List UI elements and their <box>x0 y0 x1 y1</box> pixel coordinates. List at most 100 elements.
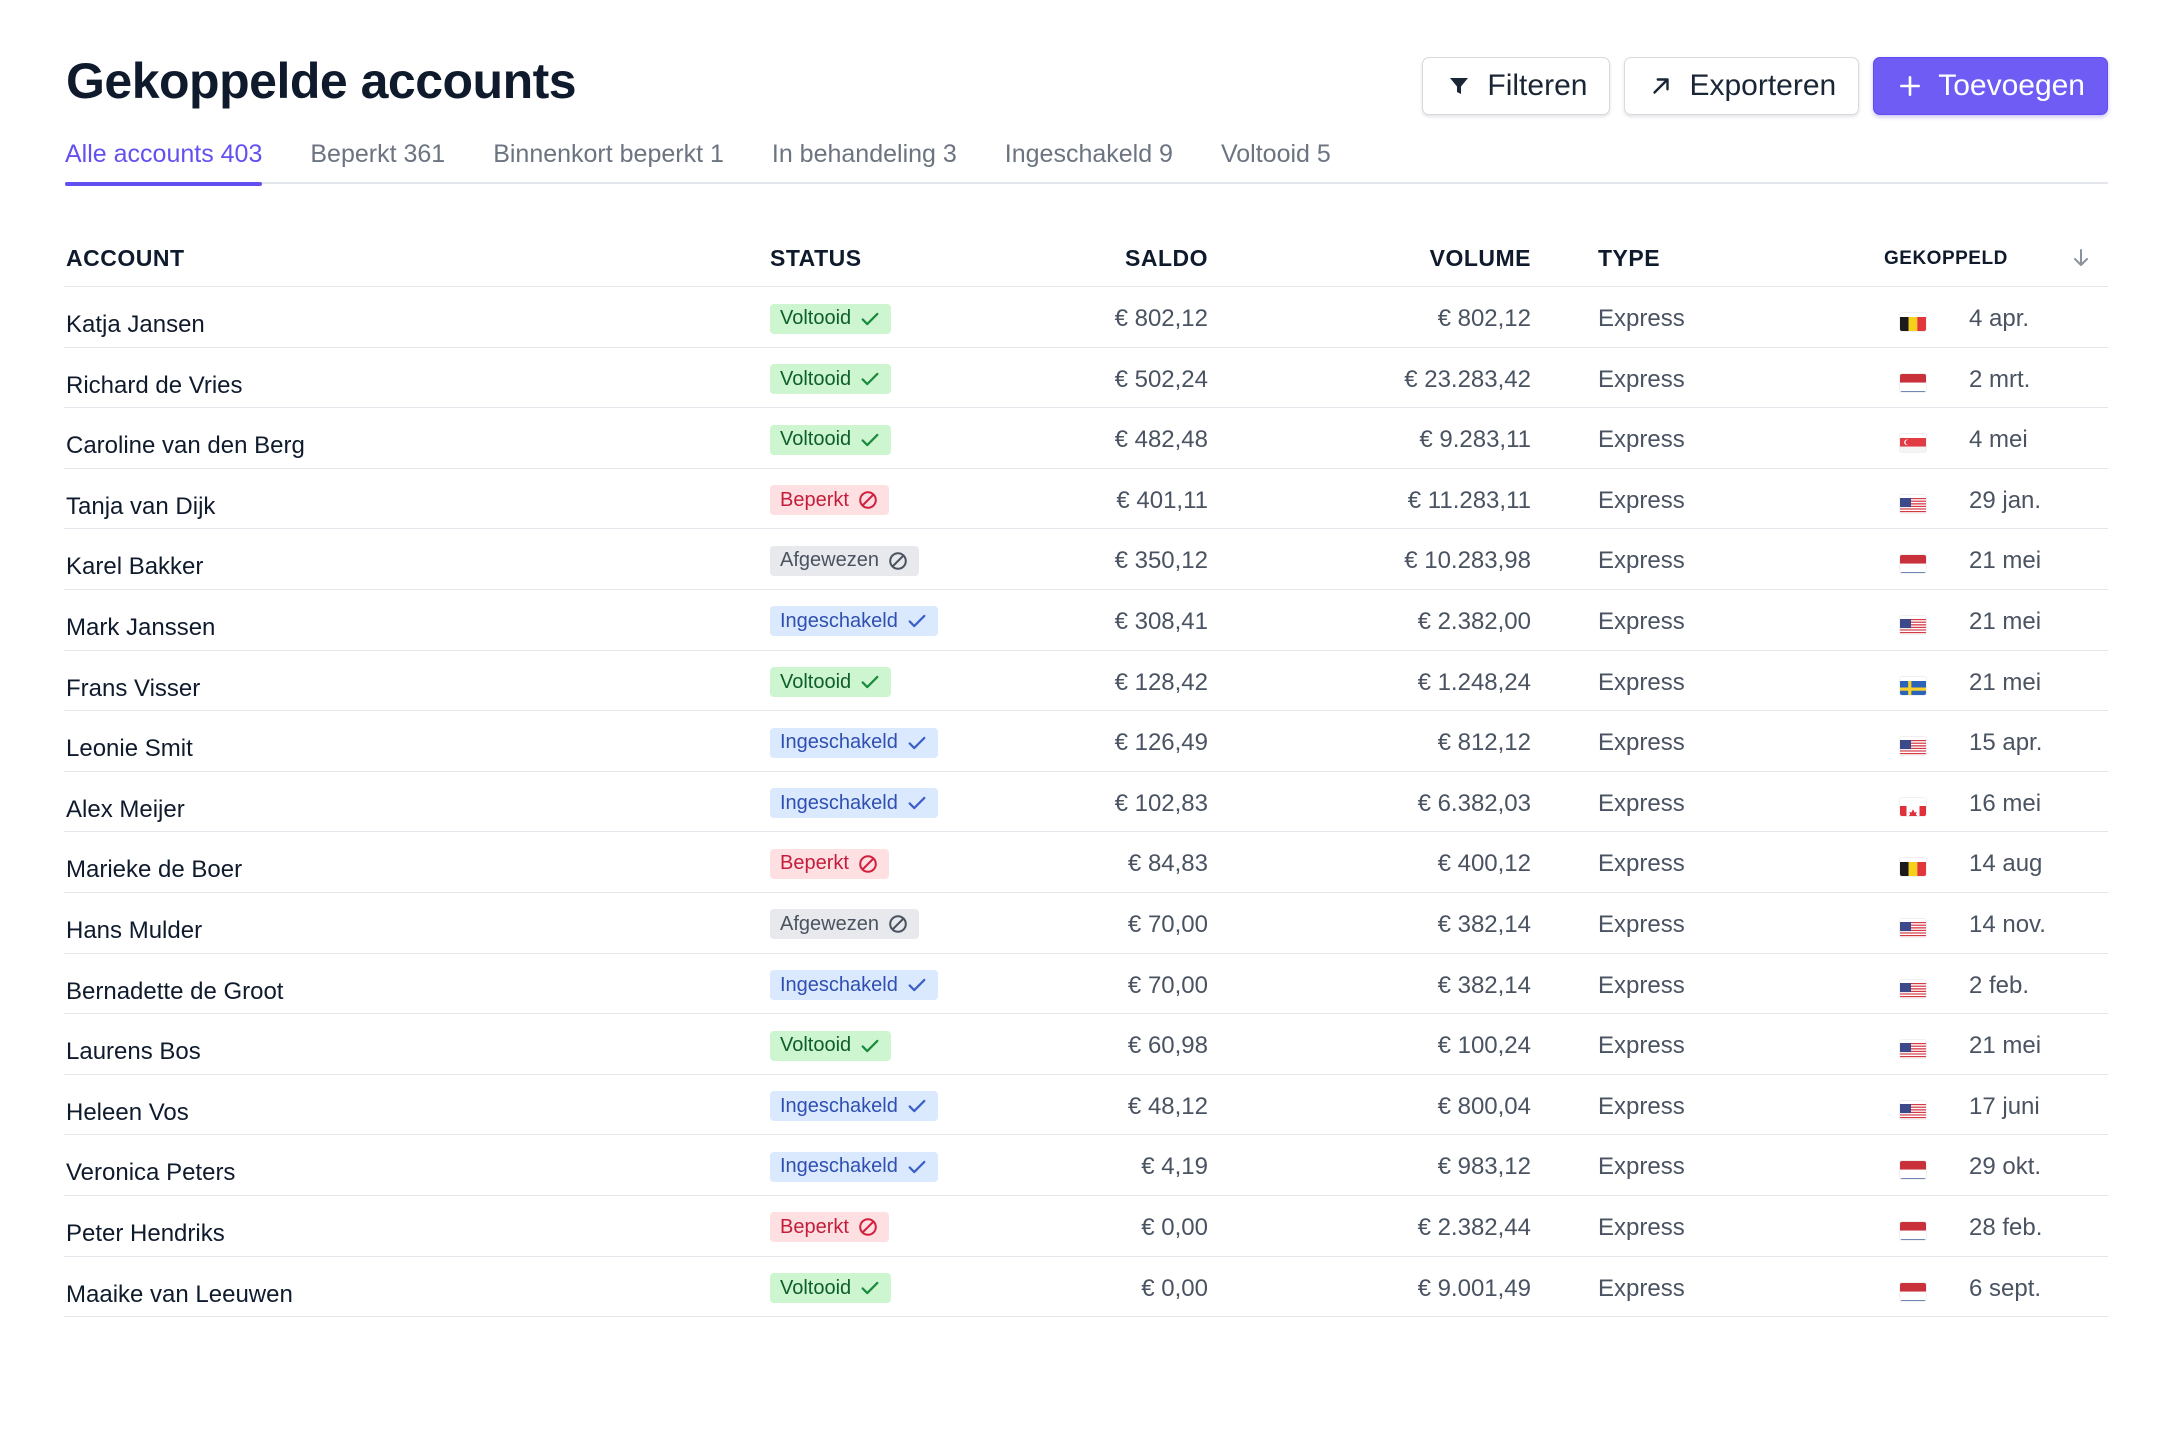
plus-icon <box>1896 72 1924 100</box>
saldo-value: € 60,98 <box>1127 1032 1208 1060</box>
type-value: Express <box>1598 789 1685 817</box>
status-label: Voltooid <box>780 1034 852 1057</box>
flag-icon-us <box>1900 616 1926 634</box>
status-badge: Voltooid <box>770 1030 892 1061</box>
column-header-gekoppeld[interactable]: GEKOPPELD <box>1884 248 2008 270</box>
table-row[interactable]: Tanja van Dijk Beperkt € 401,11 € 11.283… <box>64 469 2108 530</box>
type-value: Express <box>1598 1032 1685 1060</box>
status-badge: Voltooid <box>770 303 892 334</box>
column-header-type[interactable]: TYPE <box>1598 245 1660 272</box>
column-header-account[interactable]: ACCOUNT <box>66 245 185 272</box>
ban-icon <box>857 1216 879 1238</box>
tab-5[interactable]: Voltooid 5 <box>1221 136 1331 184</box>
volume-value: € 10.283,98 <box>1404 547 1531 575</box>
filter-button[interactable]: Filteren <box>1422 57 1611 115</box>
tab-0[interactable]: Alle accounts 403 <box>65 136 263 186</box>
gekoppeld-date: 21 mei <box>1969 607 2042 635</box>
table-row[interactable]: Maaike van Leeuwen Voltooid € 0,00 € 9.0… <box>64 1257 2108 1318</box>
table-row[interactable]: Marieke de Boer Beperkt € 84,83 € 400,12… <box>64 832 2108 893</box>
account-name[interactable]: Peter Hendriks <box>66 1220 225 1248</box>
table-row[interactable]: Alex Meijer Ingeschakeld € 102,83 € 6.38… <box>64 772 2108 833</box>
table-row[interactable]: Peter Hendriks Beperkt € 0,00 € 2.382,44… <box>64 1196 2108 1257</box>
account-name[interactable]: Frans Visser <box>66 675 200 703</box>
status-label: Voltooid <box>780 670 852 693</box>
status-badge: Voltooid <box>770 1273 892 1303</box>
account-name[interactable]: Tanja van Dijk <box>66 493 215 521</box>
saldo-value: € 70,00 <box>1127 910 1208 938</box>
table-row[interactable]: Karel Bakker Afgewezen € 350,12 € 10.283… <box>64 529 2108 590</box>
account-name[interactable]: Maaike van Leeuwen <box>66 1281 293 1309</box>
volume-value: € 382,14 <box>1437 910 1531 938</box>
check-icon <box>859 368 881 390</box>
ban-icon <box>887 913 909 935</box>
table-row[interactable]: Heleen Vos Ingeschakeld € 48,12 € 800,04… <box>64 1075 2108 1136</box>
tab-4[interactable]: Ingeschakeld 9 <box>1005 136 1173 184</box>
table-row[interactable]: Richard de Vries Voltooid € 502,24 € 23.… <box>64 348 2108 409</box>
ban-icon <box>887 550 909 572</box>
check-icon <box>906 974 928 996</box>
account-name[interactable]: Alex Meijer <box>66 796 185 824</box>
table-row[interactable]: Veronica Peters Ingeschakeld € 4,19 € 98… <box>64 1135 2108 1196</box>
type-value: Express <box>1598 607 1685 635</box>
account-name[interactable]: Mark Janssen <box>66 614 215 642</box>
account-name[interactable]: Bernadette de Groot <box>66 978 283 1006</box>
saldo-value: € 4,19 <box>1141 1153 1208 1181</box>
account-name[interactable]: Laurens Bos <box>66 1038 201 1066</box>
saldo-value: € 102,83 <box>1114 789 1208 817</box>
type-value: Express <box>1598 971 1685 999</box>
flag-icon-nl <box>1900 373 1926 392</box>
check-icon <box>859 1277 881 1299</box>
table-row[interactable]: Bernadette de Groot Ingeschakeld € 70,00… <box>64 954 2108 1015</box>
status-badge: Voltooid <box>770 364 892 395</box>
status-badge-cell: Afgewezen <box>770 909 919 940</box>
account-name[interactable]: Karel Bakker <box>66 553 203 581</box>
status-badge-cell: Afgewezen <box>770 545 919 576</box>
add-button[interactable]: Toevoegen <box>1873 57 2108 115</box>
table-row[interactable]: Leonie Smit Ingeschakeld € 126,49 € 812,… <box>64 711 2108 772</box>
type-value: Express <box>1598 486 1685 514</box>
column-header-saldo[interactable]: SALDO <box>1125 245 1208 272</box>
flag-icon-se <box>1900 677 1926 695</box>
tab-2[interactable]: Binnenkort beperkt 1 <box>493 136 724 184</box>
gekoppeld-date: 29 okt. <box>1969 1153 2042 1181</box>
table-row[interactable]: Caroline van den Berg Voltooid € 482,48 … <box>64 408 2108 469</box>
check-icon <box>906 610 928 632</box>
account-name[interactable]: Marieke de Boer <box>66 856 242 884</box>
volume-value: € 400,12 <box>1437 850 1531 878</box>
filter-button-label: Filteren <box>1487 69 1588 102</box>
volume-value: € 1.248,24 <box>1417 668 1531 696</box>
gekoppeld-date: 17 juni <box>1969 1092 2040 1120</box>
column-header-volume[interactable]: VOLUME <box>1430 245 1531 272</box>
sort-arrow-down-icon[interactable] <box>2069 245 2093 276</box>
status-label: Ingeschakeld <box>780 973 898 996</box>
tab-3[interactable]: In behandeling 3 <box>772 136 957 184</box>
export-button[interactable]: Exporteren <box>1624 57 1860 115</box>
tab-1[interactable]: Beperkt 361 <box>310 136 445 184</box>
account-name[interactable]: Katja Jansen <box>66 311 205 339</box>
volume-value: € 800,04 <box>1437 1092 1531 1120</box>
table-row[interactable]: Frans Visser Voltooid € 128,42 € 1.248,2… <box>64 651 2108 712</box>
account-name[interactable]: Veronica Peters <box>66 1159 235 1187</box>
table-row[interactable]: Katja Jansen Voltooid € 802,12 € 802,12 … <box>64 287 2108 348</box>
flag-icon-be <box>1900 313 1926 331</box>
account-name[interactable]: Heleen Vos <box>66 1099 189 1127</box>
account-name[interactable]: Caroline van den Berg <box>66 432 305 460</box>
account-tabs: Alle accounts 403 Beperkt 361 Binnenkort b… <box>65 136 2108 186</box>
type-value: Express <box>1598 1153 1685 1181</box>
table-row[interactable]: Mark Janssen Ingeschakeld € 308,41 € 2.3… <box>64 590 2108 651</box>
table-row[interactable]: Hans Mulder Afgewezen € 70,00 € 382,14 E… <box>64 893 2108 954</box>
status-badge: Ingeschakeld <box>770 727 938 758</box>
account-name[interactable]: Richard de Vries <box>66 372 243 400</box>
status-label: Afgewezen <box>780 549 879 572</box>
account-name[interactable]: Hans Mulder <box>66 917 202 945</box>
table-row[interactable]: Laurens Bos Voltooid € 60,98 € 100,24 Ex… <box>64 1014 2108 1075</box>
status-label: Voltooid <box>780 367 852 390</box>
status-badge: Beperkt <box>770 1212 889 1243</box>
status-badge-cell: Voltooid <box>770 1273 892 1303</box>
column-header-status[interactable]: STATUS <box>770 245 862 272</box>
flag-icon-us <box>1900 980 1926 998</box>
account-name[interactable]: Leonie Smit <box>66 735 193 763</box>
status-label: Voltooid <box>780 307 852 329</box>
check-icon <box>906 732 928 754</box>
gekoppeld-date: 14 nov. <box>1969 910 2046 938</box>
